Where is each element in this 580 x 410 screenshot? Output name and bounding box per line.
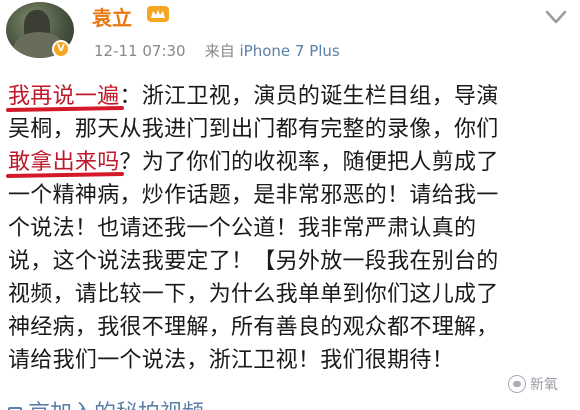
post-text-line: 我再说一遍 ：浙江卫视，演员的诞生栏目组，导演 <box>5 80 574 113</box>
source-device-link[interactable]: iPhone 7 Plus <box>240 42 340 60</box>
video-link-text: 京加入的秘拍视频 <box>28 401 204 410</box>
post-text-line: 敢拿出来吗 ？为了你们的收视率，随便把人剪成了 <box>5 146 574 179</box>
verified-badge-icon: V <box>52 40 70 58</box>
post-text-line: 说，这个说法我要定了！【另外放一段我在别台的 <box>8 245 574 278</box>
post-text-line: 吴桐，那天从我进门到出门都有完整的录像，你们 <box>8 113 574 146</box>
post-text: 吴桐，那天从我进门到出门都有完整的录像，你们 <box>8 117 499 142</box>
video-link-partial[interactable]: 京加入的秘拍视频 <box>8 395 204 410</box>
post-text: 请给我们一个说法，浙江卫视！我们很期待！ <box>8 348 455 373</box>
watermark-text: 新氧 <box>530 377 558 393</box>
post-text: ？为了你们的收视率，随便把人剪成了 <box>119 150 499 175</box>
red-underline-mark <box>5 105 124 113</box>
post-text-line: 请给我们一个说法，浙江卫视！我们很期待！ <box>8 344 574 377</box>
watermark: 新氧 <box>508 374 558 394</box>
post-text: 个说法！也请还我一个公道！我非常严肃认真的 <box>8 216 477 241</box>
chevron-down-icon[interactable] <box>544 8 568 26</box>
post-text-line: 视频，请比较一下，为什么我单单到你们这儿成了 <box>8 278 574 311</box>
vip-crown-icon <box>147 6 169 22</box>
source-prefix: 来自 <box>204 42 235 60</box>
post-body: 我再说一遍 ：浙江卫视，演员的诞生栏目组，导演吴桐，那天从我进门到出门都有完整的录… <box>5 80 574 377</box>
underlined-highlight: 我再说一遍 <box>5 84 124 113</box>
post-time: 12-11 07:30 <box>94 42 186 60</box>
username[interactable]: 袁立 <box>92 2 132 31</box>
post-text: 神经病，我很不理解，所有善良的观众都不理解， <box>8 315 499 340</box>
post-header: V 袁立 12-11 07:30 来自 iPhone 7 Plus <box>0 0 580 72</box>
post-text: 说，这个说法我要定了！【另外放一段我在别台的 <box>8 249 499 274</box>
post-text: 视频，请比较一下，为什么我单单到你们这儿成了 <box>8 282 499 307</box>
wechat-logo-icon <box>508 375 526 393</box>
post-text: ：浙江卫视，演员的诞生栏目组，导演 <box>119 84 499 109</box>
underlined-highlight: 敢拿出来吗 <box>5 150 124 179</box>
post-text-line: 个说法！也请还我一个公道！我非常严肃认真的 <box>8 212 574 245</box>
post-text-line: 一个精神病，炒作话题，是非常邪恶的！请给我一 <box>8 179 574 212</box>
post-text-line: 神经病，我很不理解，所有善良的观众都不理解， <box>8 311 574 344</box>
post-text: 一个精神病，炒作话题，是非常邪恶的！请给我一 <box>8 183 499 208</box>
post-meta: 12-11 07:30 来自 iPhone 7 Plus <box>94 40 340 61</box>
red-underline-mark <box>5 171 124 179</box>
